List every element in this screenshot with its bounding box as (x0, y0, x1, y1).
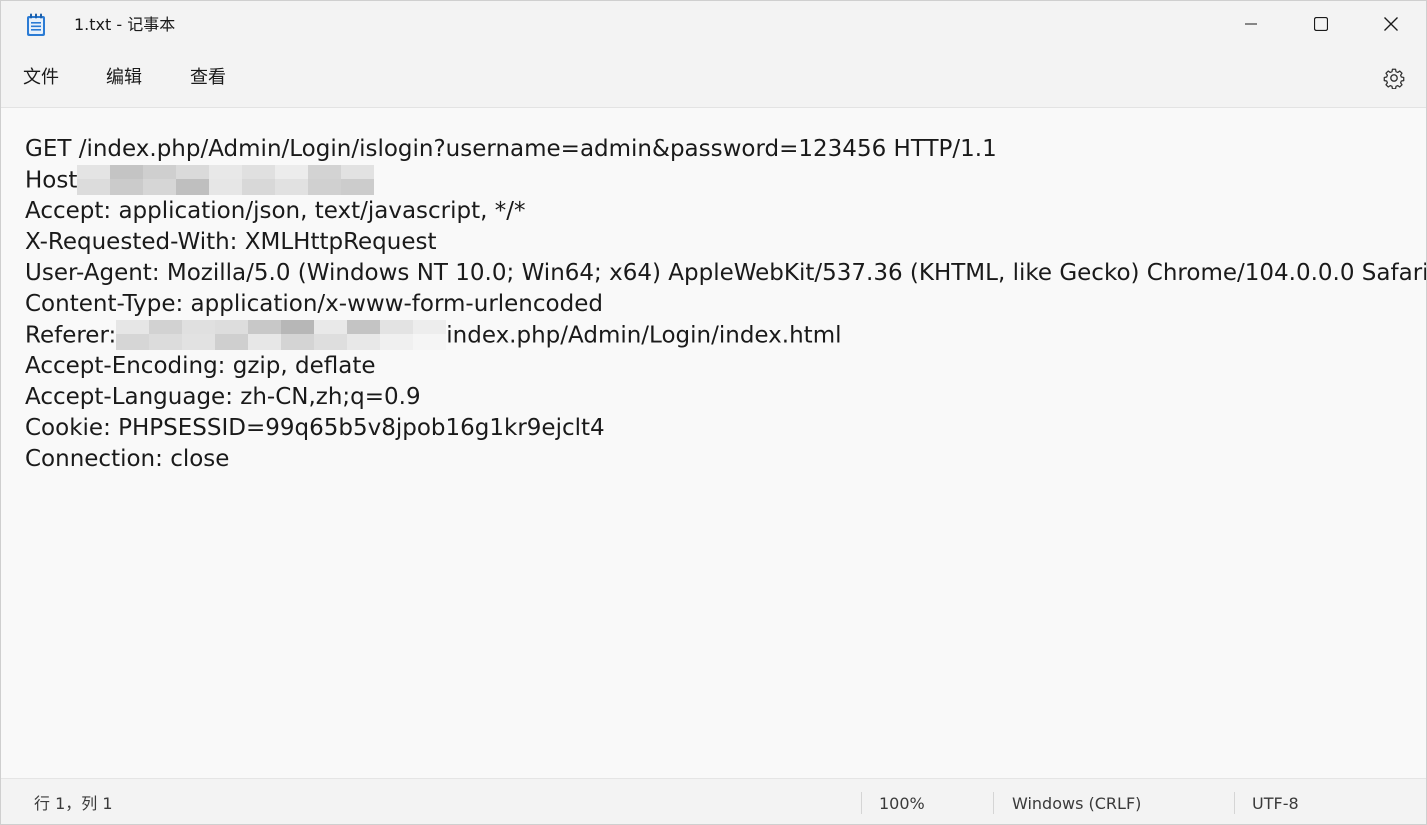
menu-bar: 文件 编辑 查看 (1, 49, 1426, 108)
text-line[interactable]: Referer: index.php/Admin/Login/index.htm… (25, 320, 1426, 351)
host-label: Host (25, 167, 78, 194)
zoom-level[interactable]: 100% (879, 794, 925, 814)
minimize-button[interactable] (1216, 1, 1286, 47)
minimize-icon (1245, 23, 1257, 25)
text-line[interactable]: User-Agent: Mozilla/5.0 (Windows NT 10.0… (25, 258, 1426, 289)
window-title: 1.txt - 记事本 (74, 15, 176, 34)
referer-path: index.php/Admin/Login/index.html (446, 322, 842, 349)
close-button[interactable] (1356, 1, 1426, 47)
redacted-referer (116, 320, 447, 350)
text-line[interactable]: Accept-Encoding: gzip, deflate (25, 351, 1426, 382)
maximize-button[interactable] (1286, 1, 1356, 47)
status-divider (1234, 792, 1235, 814)
notepad-icon (27, 13, 45, 36)
text-line[interactable]: GET /index.php/Admin/Login/islogin?usern… (25, 134, 1426, 165)
status-divider (861, 792, 862, 814)
text-line[interactable]: Accept-Language: zh-CN,zh;q=0.9 (25, 382, 1426, 413)
redacted-host (77, 165, 375, 195)
text-line[interactable]: Connection: close (25, 444, 1426, 475)
encoding[interactable]: UTF-8 (1252, 794, 1299, 814)
text-line[interactable]: Content-Type: application/x-www-form-url… (25, 289, 1426, 320)
menu-edit[interactable]: 编辑 (106, 66, 142, 90)
close-icon (1384, 17, 1398, 31)
menu-file[interactable]: 文件 (23, 66, 59, 90)
status-bar: 行 1，列 1 100% Windows (CRLF) UTF-8 (1, 778, 1426, 824)
cursor-position: 行 1，列 1 (34, 794, 113, 813)
editor-content[interactable]: GET /index.php/Admin/Login/islogin?usern… (25, 134, 1426, 475)
title-bar[interactable]: 1.txt - 记事本 (1, 1, 1426, 49)
text-line[interactable]: Cookie: PHPSESSID=99q65b5v8jpob16g1kr9ej… (25, 413, 1426, 444)
text-line[interactable]: Accept: application/json, text/javascrip… (25, 196, 1426, 227)
text-line[interactable]: X-Requested-With: XMLHttpRequest (25, 227, 1426, 258)
menu-view[interactable]: 查看 (190, 66, 226, 90)
text-editor[interactable]: GET /index.php/Admin/Login/islogin?usern… (1, 108, 1426, 778)
text-line[interactable]: Host (25, 165, 1426, 196)
line-ending[interactable]: Windows (CRLF) (1012, 794, 1141, 814)
status-divider (993, 792, 994, 814)
maximize-icon (1314, 17, 1328, 31)
settings-button[interactable] (1379, 63, 1409, 93)
referer-label: Referer: (25, 322, 117, 349)
notepad-window: 1.txt - 记事本 文件 编辑 查看 GET /index.php/Admi… (0, 0, 1427, 825)
gear-icon (1383, 68, 1405, 89)
